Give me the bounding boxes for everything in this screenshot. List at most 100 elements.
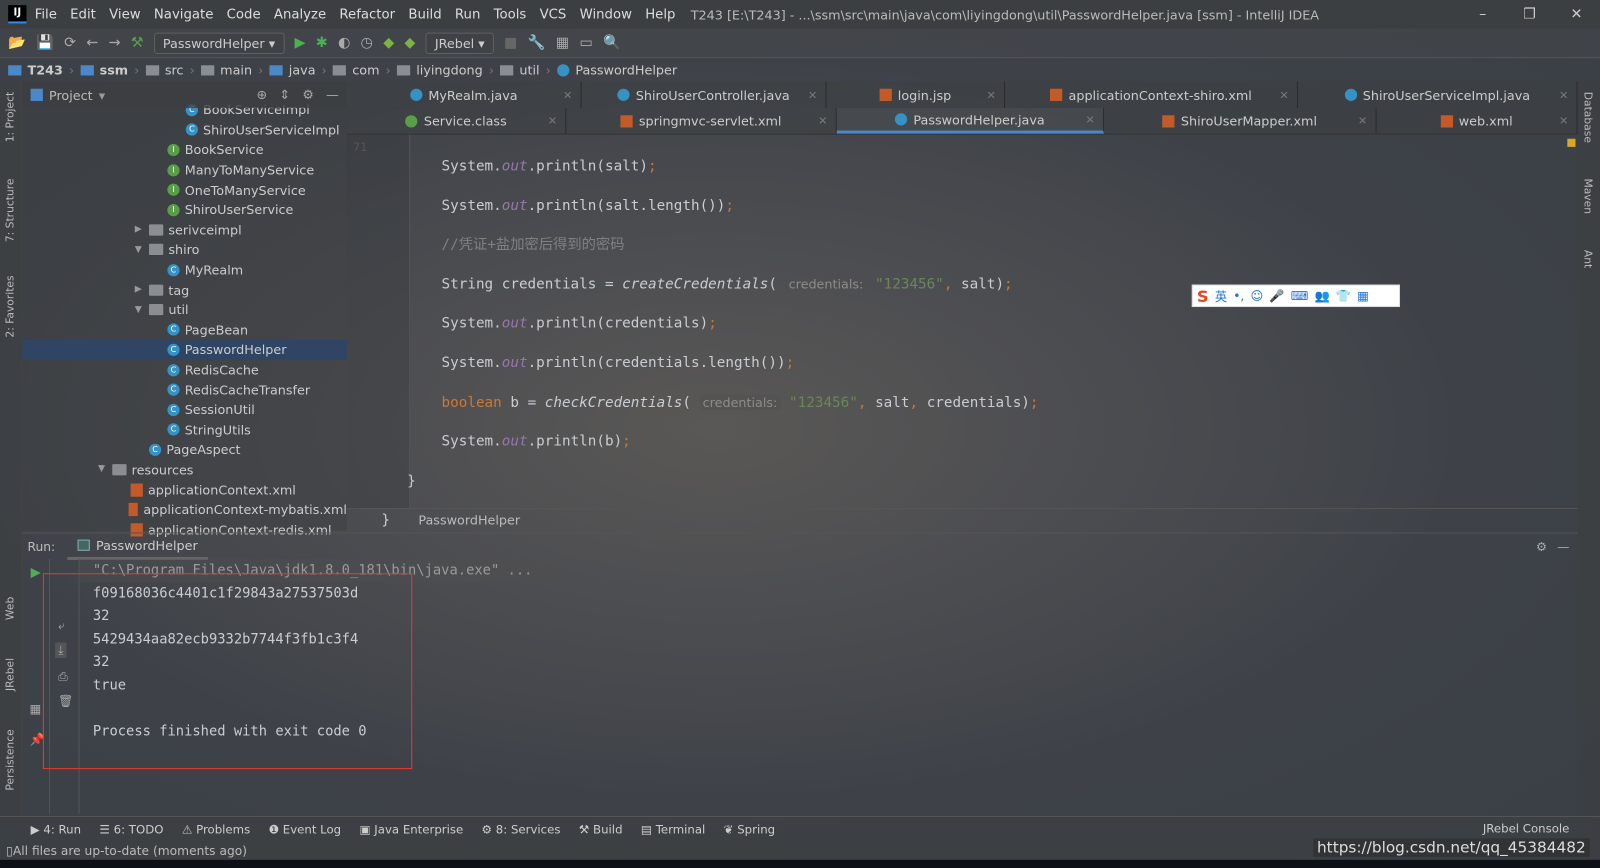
profile-icon[interactable]: ◷ xyxy=(361,35,373,51)
open-icon[interactable]: 📂 xyxy=(8,35,26,51)
menu-code[interactable]: Code xyxy=(227,7,261,22)
hide-icon[interactable]: — xyxy=(326,87,339,102)
breadcrumb-item[interactable]: com xyxy=(352,62,379,77)
save-icon[interactable]: 💾 xyxy=(36,35,54,51)
run-icon[interactable]: ▶ xyxy=(294,35,305,51)
tree-item[interactable]: applicationContext.xml xyxy=(22,480,346,500)
editor-tab[interactable]: ShiroUserServiceImpl.java ✕ xyxy=(1298,81,1578,109)
editor-tab[interactable]: MyRealm.java ✕ xyxy=(347,81,582,109)
breadcrumb-item[interactable]: main xyxy=(220,62,252,77)
breadcrumb-item[interactable]: java xyxy=(289,62,316,77)
tree-item[interactable]: C RedisCache xyxy=(22,360,346,380)
editor-tab[interactable]: springmvc-servlet.xml ✕ xyxy=(566,108,837,134)
menu-analyze[interactable]: Analyze xyxy=(274,7,326,22)
breadcrumb-item[interactable]: util xyxy=(519,62,539,77)
breadcrumb-item[interactable]: T243 xyxy=(28,62,63,77)
ime-button[interactable]: ⌨ xyxy=(1291,289,1309,303)
tool-structure[interactable]: 7: Structure xyxy=(4,179,16,243)
breadcrumb-item[interactable]: src xyxy=(165,62,184,77)
menu-build[interactable]: Build xyxy=(408,7,441,22)
tree-item[interactable]: ▼ resources xyxy=(22,460,346,480)
back-icon[interactable]: ← xyxy=(86,35,98,51)
tree-item[interactable]: C PageAspect xyxy=(22,440,346,460)
ime-button[interactable]: 👥 xyxy=(1315,289,1330,303)
run-config-select[interactable]: PasswordHelper ▾ xyxy=(153,32,285,54)
ime-button[interactable]: 🎤 xyxy=(1269,289,1284,303)
tree-item[interactable]: C SessionUtil xyxy=(22,400,346,420)
menu-edit[interactable]: Edit xyxy=(70,7,96,22)
ime-button[interactable]: ☺ xyxy=(1250,289,1263,303)
bottom-tool-button[interactable]: ⚒ Build xyxy=(579,822,623,836)
tree-item[interactable]: C ShiroUserServiceImpl xyxy=(22,120,346,140)
expand-arrow-icon[interactable]: ▼ xyxy=(135,245,149,255)
ime-button[interactable]: 👕 xyxy=(1336,289,1351,303)
tool-project[interactable]: 1: Project xyxy=(4,92,16,142)
menu-navigate[interactable]: Navigate xyxy=(154,7,214,22)
jrebel-select[interactable]: JRebel ▾ xyxy=(425,32,494,54)
tree-item[interactable]: C PageBean xyxy=(22,320,346,340)
menu-file[interactable]: File xyxy=(35,7,57,22)
bottom-tool-button[interactable]: ⚠ Problems xyxy=(182,822,250,836)
run-tab[interactable]: PasswordHelper xyxy=(67,533,208,560)
build-hammer-icon[interactable]: ⚒ xyxy=(131,35,144,51)
tool-jrebel[interactable]: JRebel xyxy=(4,658,16,691)
close-tab-icon[interactable]: ✕ xyxy=(1559,114,1568,127)
menu-view[interactable]: View xyxy=(109,7,140,22)
breadcrumb-item[interactable]: liyingdong xyxy=(416,62,482,77)
tree-item[interactable]: ▶ tag xyxy=(22,280,346,300)
menu-window[interactable]: Window xyxy=(580,7,632,22)
breadcrumb-item[interactable]: ssm xyxy=(100,62,128,77)
editor-tab[interactable]: applicationContext-shiro.xml ✕ xyxy=(1005,81,1298,109)
layout-icon[interactable]: ▦ xyxy=(30,702,42,716)
jrebel-run-icon[interactable]: ◆ xyxy=(383,35,394,51)
jrebel-console-button[interactable]: JRebel Console xyxy=(1483,821,1570,835)
menu-vcs[interactable]: VCS xyxy=(540,7,567,22)
editor-breadcrumb[interactable]: PasswordHelper xyxy=(346,507,1578,530)
tree-item[interactable]: I BookService xyxy=(22,140,346,160)
editor-tab[interactable]: login.jsp ✕ xyxy=(827,81,1006,109)
forward-icon[interactable]: → xyxy=(109,35,121,51)
debug-icon[interactable]: ✱ xyxy=(316,35,328,51)
close-tab-icon[interactable]: ✕ xyxy=(818,114,827,127)
minimize-button[interactable]: – xyxy=(1459,0,1506,29)
tree-item[interactable]: I OneToManyService xyxy=(22,180,346,200)
tree-item[interactable]: ▼ shiro xyxy=(22,240,346,260)
stop-icon[interactable]: ■ xyxy=(504,35,518,51)
tree-item[interactable]: C PasswordHelper xyxy=(22,339,347,360)
coverage-icon[interactable]: ◐ xyxy=(338,35,350,51)
hide-icon[interactable]: — xyxy=(1557,539,1569,553)
tree-item[interactable]: C StringUtils xyxy=(22,420,346,440)
ime-button[interactable]: ▦ xyxy=(1357,289,1369,303)
close-tab-icon[interactable]: ✕ xyxy=(1358,114,1367,127)
close-tab-icon[interactable]: ✕ xyxy=(808,88,817,101)
terminal-window-icon[interactable]: ▭ xyxy=(579,35,593,51)
ime-button[interactable]: •, xyxy=(1233,289,1244,303)
tool-persistence[interactable]: Persistence xyxy=(4,729,16,790)
menu-run[interactable]: Run xyxy=(455,7,480,22)
tree-item[interactable]: C MyRealm xyxy=(22,260,346,280)
breadcrumb-item[interactable]: PasswordHelper xyxy=(575,62,677,77)
code-editor[interactable]: 71 System.out.println(salt); System.out.… xyxy=(346,134,1578,529)
close-tab-icon[interactable]: ✕ xyxy=(548,114,557,127)
menu-tools[interactable]: Tools xyxy=(494,7,527,22)
tree-item[interactable]: applicationContext-mybatis.xml xyxy=(22,500,347,520)
editor-tab[interactable]: PasswordHelper.java ✕ xyxy=(836,108,1105,134)
expand-arrow-icon[interactable]: ▼ xyxy=(135,305,149,315)
tool-favorites[interactable]: 2: Favorites xyxy=(4,275,16,337)
tool-ant[interactable]: Ant xyxy=(1582,250,1594,268)
close-tab-icon[interactable]: ✕ xyxy=(987,88,996,101)
editor-tab[interactable]: ShiroUserController.java ✕ xyxy=(582,81,827,109)
close-tab-icon[interactable]: ✕ xyxy=(1279,88,1288,101)
expand-arrow-icon[interactable]: ▼ xyxy=(98,465,112,475)
project-title[interactable]: Project xyxy=(49,87,93,102)
editor-tab[interactable]: web.xml ✕ xyxy=(1377,108,1578,134)
tool-database[interactable]: Database xyxy=(1582,92,1594,143)
close-tab-icon[interactable]: ✕ xyxy=(1559,88,1568,101)
bottom-tool-button[interactable]: ▶ 4: Run xyxy=(31,822,81,836)
bottom-tool-button[interactable]: ❶ Event Log xyxy=(269,822,342,836)
tree-item[interactable]: ▼ util xyxy=(22,300,346,320)
tool-web[interactable]: Web xyxy=(4,597,16,620)
bottom-tool-button[interactable]: ▤ Terminal xyxy=(641,822,705,836)
bottom-tool-button[interactable]: ⚙ 8: Services xyxy=(482,822,561,836)
menu-refactor[interactable]: Refactor xyxy=(339,7,395,22)
